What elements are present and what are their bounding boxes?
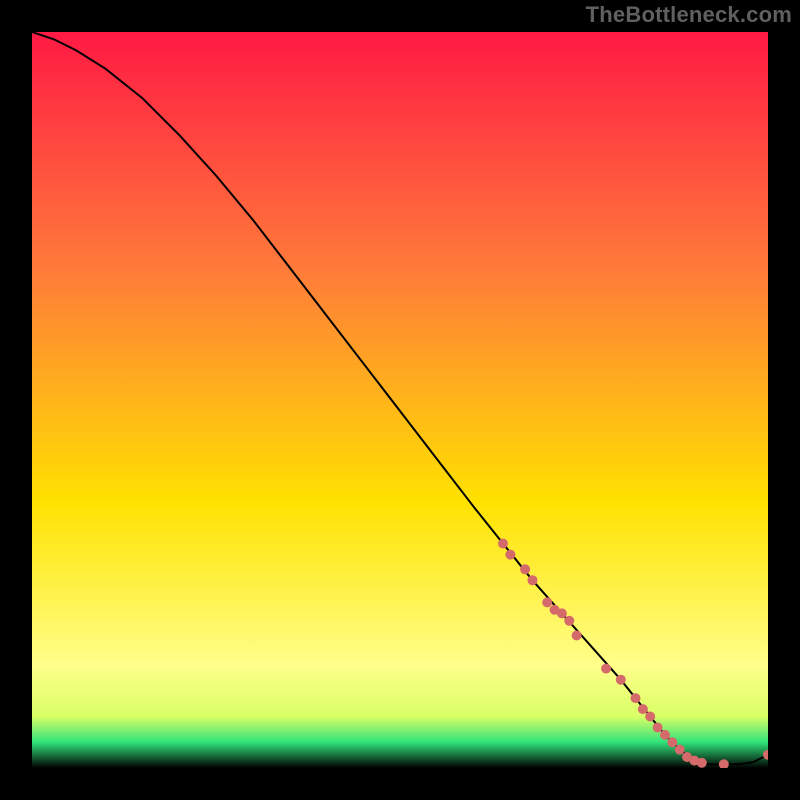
data-point xyxy=(667,737,677,747)
data-point xyxy=(557,608,567,618)
data-point xyxy=(505,550,515,560)
data-point xyxy=(645,712,655,722)
data-point xyxy=(653,723,663,733)
data-point xyxy=(660,730,670,740)
data-point xyxy=(616,675,626,685)
data-point xyxy=(520,564,530,574)
watermark-text: TheBottleneck.com xyxy=(586,2,792,28)
data-point xyxy=(675,745,685,755)
plot-area xyxy=(32,32,768,768)
data-point xyxy=(542,597,552,607)
chart-svg xyxy=(32,32,768,768)
data-point xyxy=(572,631,582,641)
data-point xyxy=(631,693,641,703)
data-point xyxy=(697,758,707,768)
data-point xyxy=(498,539,508,549)
gradient-background xyxy=(32,32,768,768)
data-point xyxy=(564,616,574,626)
chart-root: TheBottleneck.com xyxy=(0,0,800,800)
data-point xyxy=(601,664,611,674)
data-point xyxy=(638,704,648,714)
data-point xyxy=(528,575,538,585)
